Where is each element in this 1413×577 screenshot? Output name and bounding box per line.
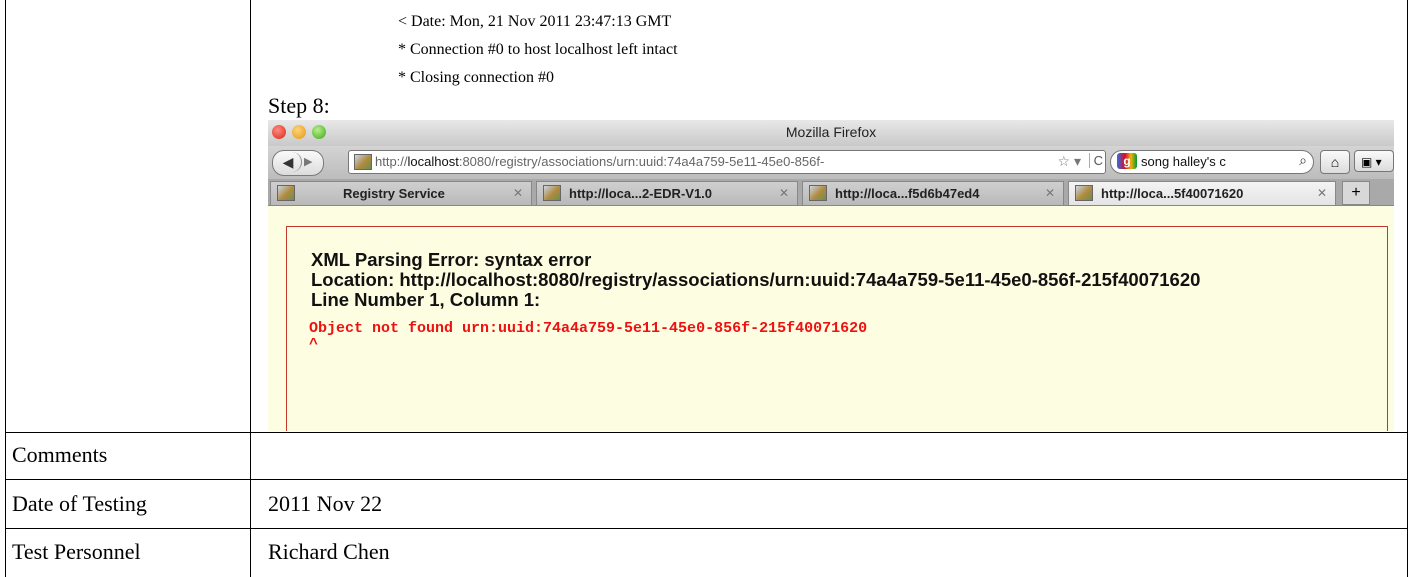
row-value-test-personnel: Richard Chen [268, 539, 390, 564]
table-row-divider [5, 479, 1408, 480]
tab-label: http://loca...f5d6b47ed4 [835, 186, 980, 201]
magnifier-icon[interactable]: ⌕ [1299, 152, 1307, 169]
table-border-right [1407, 0, 1408, 577]
tab-favicon-icon [543, 185, 561, 201]
window-title: Mozilla Firefox [785, 124, 877, 140]
tab-favicon-icon [809, 185, 827, 201]
bookmark-star-icon[interactable]: ☆ ▾ [1058, 153, 1081, 170]
window-titlebar: Mozilla Firefox [268, 120, 1394, 146]
url-text: http://localhost:8080/registry/associati… [375, 154, 825, 169]
table-border-left [5, 0, 6, 577]
reload-icon[interactable]: C [1088, 153, 1103, 168]
error-line-number: Line Number 1, Column 1: [311, 289, 541, 310]
tab-label: Registry Service [343, 186, 445, 201]
row-label-comments: Comments [12, 442, 108, 467]
tab-strip: Registry Service ✕ http://loca...2-EDR-V… [268, 179, 1394, 206]
search-input[interactable]: song halley's c [1141, 154, 1226, 169]
log-line: < Date: Mon, 21 Nov 2011 23:47:13 GMT [398, 13, 672, 30]
new-tab-button[interactable]: + [1342, 181, 1370, 205]
google-engine-icon[interactable]: g [1117, 153, 1137, 169]
back-forward-buttons: ◀ ▶ [272, 150, 324, 176]
tab-active-page[interactable]: http://loca...5f40071620 ✕ [1068, 181, 1336, 205]
tab-registry-service[interactable]: Registry Service ✕ [270, 181, 532, 205]
row-label-test-personnel: Test Personnel [12, 539, 141, 564]
back-arrow-icon[interactable]: ◀ [275, 152, 302, 172]
log-line: * Closing connection #0 [398, 69, 554, 86]
step-label: Step 8: [268, 93, 330, 118]
table-row-divider [5, 528, 1408, 529]
error-location: Location: http://localhost:8080/registry… [311, 269, 1201, 290]
page-content: XML Parsing Error: syntax error Location… [268, 206, 1394, 431]
log-line: * Connection #0 to host localhost left i… [398, 41, 678, 58]
tab-favicon-icon [277, 185, 295, 201]
close-tab-icon[interactable]: ✕ [513, 186, 523, 200]
row-value-date-of-testing: 2011 Nov 22 [268, 491, 383, 516]
close-tab-icon[interactable]: ✕ [779, 186, 789, 200]
error-source-text: Object not found urn:uuid:74a4a759-5e11-… [309, 320, 868, 337]
tab-page[interactable]: http://loca...2-EDR-V1.0 ✕ [536, 181, 798, 205]
navigation-toolbar: ◀ ▶ http://localhost:8080/registry/assoc… [268, 146, 1394, 179]
firefox-window: Mozilla Firefox ◀ ▶ http://localhost:808… [268, 120, 1394, 431]
error-title: XML Parsing Error: syntax error [311, 249, 592, 270]
bookmarks-menu-button[interactable]: ▣ ▾ [1354, 150, 1394, 172]
tab-page[interactable]: http://loca...f5d6b47ed4 ✕ [802, 181, 1064, 205]
search-bar[interactable]: g song halley's c ⌕ [1110, 150, 1314, 174]
url-bar[interactable]: http://localhost:8080/registry/associati… [348, 150, 1106, 174]
bookmarks-icon: ▣ ▾ [1361, 155, 1382, 169]
home-icon: ⌂ [1330, 154, 1340, 170]
error-caret: ^ [309, 336, 319, 353]
table-row-divider [5, 432, 1408, 433]
table-border-column [250, 0, 251, 577]
tab-label: http://loca...5f40071620 [1101, 186, 1244, 201]
tab-favicon-icon [1075, 185, 1093, 201]
site-favicon-icon [354, 154, 372, 170]
forward-arrow-icon[interactable]: ▶ [304, 152, 312, 172]
close-tab-icon[interactable]: ✕ [1045, 186, 1055, 200]
home-button[interactable]: ⌂ [1320, 150, 1350, 174]
tab-label: http://loca...2-EDR-V1.0 [569, 186, 713, 201]
row-label-date-of-testing: Date of Testing [12, 491, 147, 516]
error-box: XML Parsing Error: syntax error Location… [286, 226, 1388, 431]
close-tab-icon[interactable]: ✕ [1317, 186, 1327, 200]
